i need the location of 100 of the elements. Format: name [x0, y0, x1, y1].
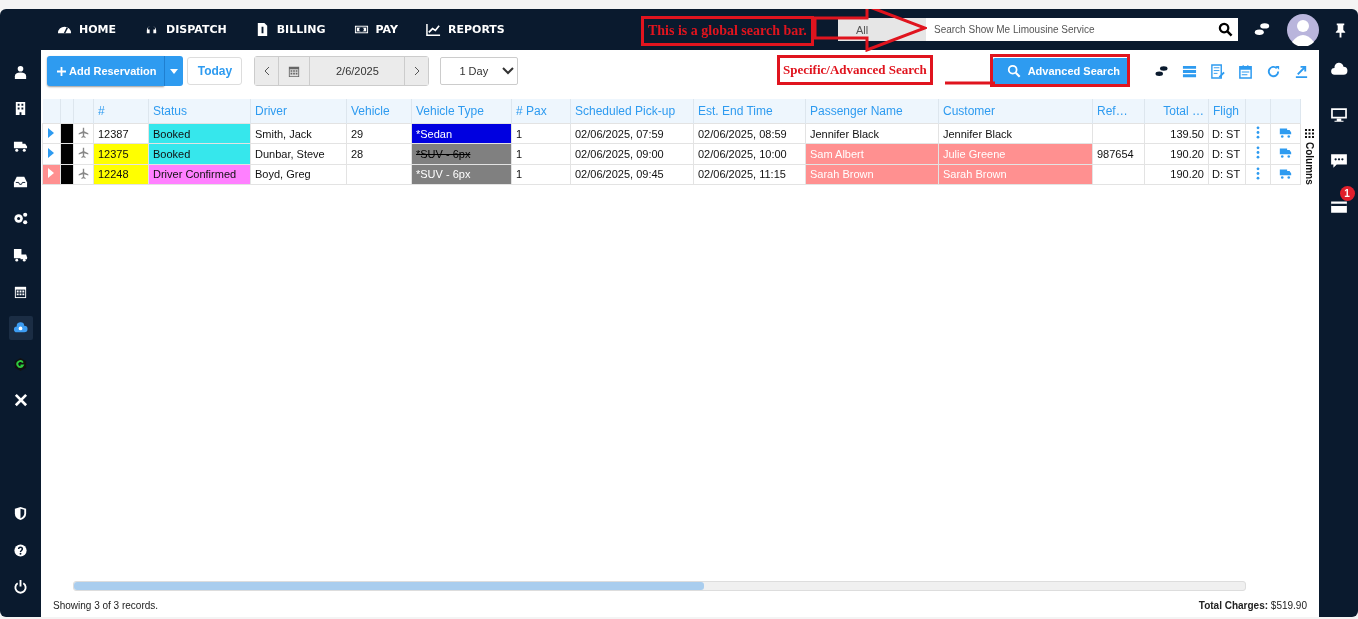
expand-cell[interactable] — [42, 143, 61, 164]
cloud-icon — [13, 320, 28, 335]
table-cell: 1 — [511, 123, 571, 144]
nav-link[interactable]: PAY — [353, 22, 398, 37]
nav-link[interactable]: DISPATCH — [144, 22, 227, 37]
table-cell: D: ST — [1208, 143, 1246, 164]
table-cell: 02/06/2025, 07:59 — [570, 123, 694, 144]
total-charges: Total Charges: $519.90 — [1198, 600, 1307, 611]
scrollbar-thumb[interactable] — [74, 582, 704, 590]
chevron-down-icon — [502, 67, 515, 75]
plane-icon — [78, 147, 89, 159]
column-header[interactable]: Fligh — [1208, 99, 1246, 124]
more-icon[interactable] — [1256, 126, 1260, 140]
vehicle-type-cell: *Sedan — [411, 123, 512, 144]
nav-link[interactable]: BILLING — [254, 22, 326, 37]
footprints-icon[interactable] — [1253, 22, 1271, 37]
monitor-icon[interactable] — [1329, 106, 1348, 124]
column-header[interactable]: # — [93, 99, 149, 124]
columns-tab[interactable]: Columns — [1303, 142, 1315, 185]
pin-icon[interactable] — [1333, 21, 1348, 38]
power-icon — [13, 579, 28, 594]
column-header[interactable]: # Pax — [511, 99, 571, 124]
avatar-icon[interactable] — [1287, 13, 1319, 46]
plane-icon — [78, 167, 89, 179]
sidebar-item[interactable] — [8, 315, 33, 340]
column-header[interactable]: Ref… — [1092, 99, 1145, 124]
column-header[interactable]: Driver — [250, 99, 347, 124]
more-icon[interactable] — [1256, 146, 1260, 160]
dispatch-icon[interactable] — [1279, 126, 1292, 140]
inbox-icon — [13, 174, 28, 189]
add-reservation-button[interactable]: Add Reservation — [47, 56, 165, 86]
expand-icon — [48, 127, 54, 138]
column-header[interactable]: Est. End Time — [693, 99, 806, 124]
refresh-icon[interactable] — [1266, 63, 1281, 79]
table-cell: Jennifer Black — [938, 123, 1093, 144]
column-header[interactable]: Vehicle Type — [411, 99, 512, 124]
annotation-label: This is a global search bar. — [641, 16, 814, 46]
search-icon[interactable] — [1213, 18, 1238, 41]
record-count: Showing 3 of 3 records. — [53, 600, 159, 611]
column-header[interactable]: Customer — [938, 99, 1093, 124]
table-cell: 02/06/2025, 09:00 — [570, 143, 694, 164]
nav-link[interactable]: HOME — [57, 22, 117, 37]
plus-icon — [57, 66, 66, 76]
table-cell: 1 — [511, 143, 571, 164]
notes-icon[interactable] — [1210, 63, 1225, 79]
expand-cell[interactable] — [42, 123, 61, 144]
table-cell: 02/06/2025, 10:00 — [693, 143, 806, 164]
column-header[interactable]: Status — [148, 99, 251, 124]
table-cell: 28 — [346, 143, 412, 164]
column-header[interactable]: Passenger Name — [805, 99, 939, 124]
caret-icon — [170, 68, 179, 74]
table-cell: Jennifer Black — [805, 123, 939, 144]
table-cell: 02/06/2025, 08:59 — [693, 123, 806, 144]
chat-icon[interactable] — [1329, 152, 1348, 170]
search-field[interactable]: Search Show Me Limousine Service — [926, 18, 1213, 41]
gears-icon — [13, 210, 28, 226]
range-dropdown[interactable]: 1 Day — [440, 57, 519, 85]
column-header[interactable]: Scheduled Pick-up — [570, 99, 694, 124]
column-header[interactable]: Total … — [1144, 99, 1209, 124]
plane-icon — [78, 127, 89, 139]
search-icon — [1006, 64, 1021, 78]
notification-badge: 1 — [1339, 186, 1355, 201]
advanced-search-button[interactable]: Advanced Search — [992, 58, 1130, 84]
table-cell: 12387 — [93, 123, 149, 144]
card-icon[interactable] — [1329, 198, 1348, 216]
dispatch-icon[interactable] — [1279, 146, 1292, 160]
cloud-icon[interactable] — [1329, 60, 1348, 78]
table-cell: 29 — [346, 123, 412, 144]
column-header[interactable]: Vehicle — [346, 99, 412, 124]
table-cell: 190.20 — [1144, 164, 1209, 185]
table-cell: D: ST — [1208, 123, 1246, 144]
expand-icon — [48, 147, 54, 158]
table-cell: Dunbar, Steve — [250, 143, 347, 164]
expand-icon — [48, 168, 54, 179]
export-icon[interactable] — [1294, 63, 1309, 79]
table-cell: 987654 — [1092, 143, 1145, 164]
list-icon[interactable] — [1182, 63, 1197, 79]
table-cell: Boyd, Greg — [250, 164, 347, 185]
bus-icon — [13, 247, 28, 262]
table-cell: 190.20 — [1144, 143, 1209, 164]
dispatch-icon[interactable] — [1279, 166, 1292, 180]
table-cell: 1 — [511, 164, 571, 185]
table-cell: D: ST — [1208, 164, 1246, 185]
building-icon — [13, 101, 28, 116]
calendar-icon[interactable] — [1238, 63, 1253, 79]
person-icon — [13, 64, 28, 80]
table-cell: 02/06/2025, 09:45 — [570, 164, 694, 185]
status-cell: Booked — [148, 123, 251, 144]
shield-icon — [13, 506, 28, 521]
table-cell: 02/06/2025, 11:15 — [693, 164, 806, 185]
chart-icon — [426, 22, 441, 37]
grid-icon — [1304, 129, 1314, 138]
more-icon[interactable] — [1256, 166, 1260, 180]
footprints-icon[interactable] — [1154, 63, 1169, 79]
nav-link[interactable]: REPORTS — [426, 22, 505, 37]
dropdown-button[interactable] — [164, 56, 184, 86]
expand-cell[interactable] — [42, 164, 61, 185]
leader-line — [945, 79, 995, 85]
annotation-label: Specific/Advanced Search — [777, 55, 933, 85]
today-button[interactable]: Today — [187, 57, 243, 85]
